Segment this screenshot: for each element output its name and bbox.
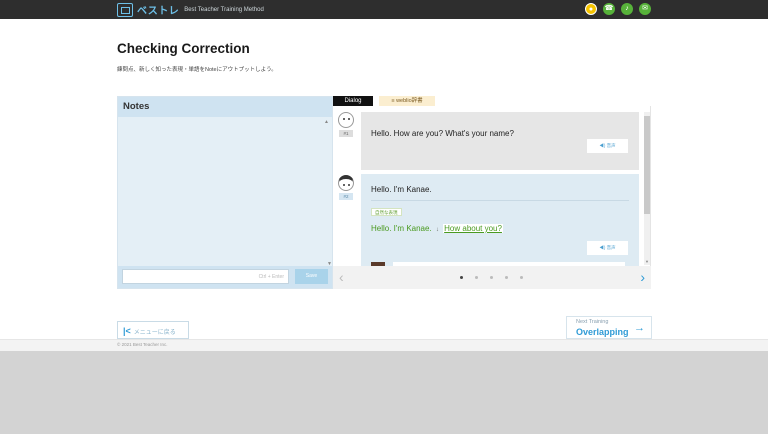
message-1-text: Hello. How are you? What's your name? — [371, 129, 514, 138]
speaker-2-label: #2 — [339, 193, 353, 200]
insert-marker-icon: ↓ — [435, 227, 439, 233]
tab-weblio[interactable]: ≡ weblio辞書 — [379, 96, 435, 106]
logo-icon — [117, 2, 133, 17]
page-dot-2[interactable] — [475, 276, 478, 279]
brand-name: ベストレ — [137, 6, 180, 17]
dialog-scrollbar-thumb[interactable] — [644, 116, 650, 214]
page-background-lower — [0, 351, 768, 434]
notes-panel: Notes ▲ Ctrl + Enter Save — [117, 96, 333, 289]
page-title: Checking Correction — [117, 41, 250, 56]
page-subtitle: 練問点、新しく知った表現・単語をNoteにアウトプットしよう。 — [117, 67, 277, 73]
dialog-scrollbar[interactable] — [644, 112, 650, 265]
back-to-menu-button[interactable]: |< メニューに戻る — [117, 321, 189, 339]
correction-line: Hello. I'm Kanae. ↓ How about you? — [371, 224, 503, 233]
next-training-label: Next Training — [576, 319, 609, 325]
page-dot-4[interactable] — [505, 276, 508, 279]
speaker-1-label: #1 — [339, 130, 353, 137]
brand-tagline: Best Teacher Training Method — [184, 6, 264, 13]
copyright: © 2021 Best Teacher Inc. — [117, 342, 168, 347]
message-2-divider — [371, 200, 629, 201]
back-to-menu-label: メニューに戻る — [133, 330, 176, 336]
mic-icon[interactable]: ♪ — [621, 3, 633, 15]
notes-scroll-down-icon[interactable]: ▼ — [327, 261, 332, 267]
message-1-audio-button[interactable]: ◀) 音声 — [587, 139, 628, 153]
tab-dialog[interactable]: Dialog — [333, 96, 373, 106]
footer: © 2021 Best Teacher Inc. — [0, 339, 768, 351]
next-training-title: Overlapping — [576, 327, 629, 337]
dialog-scroll-down-icon[interactable]: ▼ — [645, 259, 649, 264]
save-button[interactable]: Save — [295, 269, 328, 284]
back-chevron-icon: |< — [123, 326, 131, 336]
message-2-bubble: Hello. I'm Kanae. 自然な表現 Hello. I'm Kanae… — [361, 174, 639, 268]
notes-input[interactable]: Ctrl + Enter — [122, 269, 289, 284]
notes-input-bar: Ctrl + Enter Save — [118, 266, 332, 288]
dialog-pager: ‹ › — [333, 266, 651, 289]
correction-link[interactable]: How about you? — [443, 224, 503, 233]
speaker-2-avatar — [338, 175, 354, 191]
dialog-panel: #1 Hello. How are you? What's your name?… — [333, 106, 651, 289]
page-dot-3[interactable] — [490, 276, 493, 279]
next-page-icon[interactable]: › — [640, 269, 645, 285]
notes-heading: Notes — [118, 97, 332, 117]
brand-logo[interactable]: ベストレ Best Teacher Training Method — [117, 2, 264, 17]
arrow-right-icon: → — [634, 322, 645, 334]
natural-expression-badge: 自然な表現 — [371, 208, 402, 216]
correction-prefix: Hello. I'm Kanae. — [371, 224, 432, 233]
avatar-icon[interactable]: ● — [585, 3, 597, 15]
message-1-bubble: Hello. How are you? What's your name? ◀)… — [361, 112, 639, 170]
message-2-text: Hello. I'm Kanae. — [371, 185, 432, 194]
prev-page-icon[interactable]: ‹ — [339, 269, 344, 285]
speaker-1-avatar — [338, 112, 354, 128]
phone-icon[interactable]: ☎ — [603, 3, 615, 15]
page-dot-1[interactable] — [460, 276, 463, 279]
chat-icon[interactable]: ✉ — [639, 3, 651, 15]
message-2-audio-button[interactable]: ◀) 音声 — [587, 241, 628, 255]
page-dot-5[interactable] — [520, 276, 523, 279]
next-training-button[interactable]: Next Training Overlapping → — [566, 316, 652, 339]
notes-scroll-up-icon[interactable]: ▲ — [324, 119, 329, 125]
top-bar: ベストレ Best Teacher Training Method ● ☎ ♪ … — [0, 0, 768, 19]
